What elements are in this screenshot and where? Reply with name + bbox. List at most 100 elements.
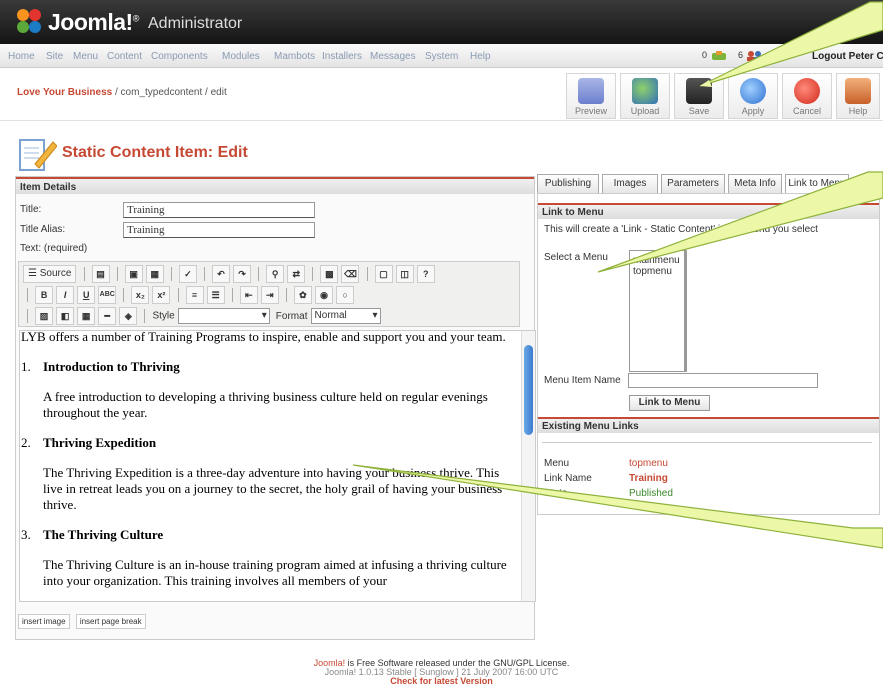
title-input[interactable]: Training — [123, 202, 315, 218]
save-icon — [686, 78, 712, 104]
select-all-icon[interactable]: ▩ — [320, 265, 339, 283]
check-version-link[interactable]: Check for latest Version — [0, 677, 883, 686]
menu-option[interactable]: topmenu — [633, 266, 681, 277]
find-icon[interactable]: ⚲ — [266, 265, 285, 283]
chevron-down-icon: ▾ — [372, 310, 378, 321]
strikethrough-icon[interactable]: ABC — [98, 286, 117, 304]
edit-document-icon — [19, 139, 57, 171]
paste-icon[interactable]: ▣ — [124, 265, 143, 283]
cancel-button[interactable]: Cancel — [782, 73, 832, 119]
style-select[interactable]: ▾ — [177, 308, 270, 324]
link-to-menu-description: This will create a 'Link - Static Conten… — [544, 224, 818, 235]
indent-icon[interactable]: ⇥ — [260, 286, 279, 304]
title-label: Title: — [20, 204, 42, 215]
hr-icon[interactable]: ━ — [98, 307, 117, 325]
admin-label: Administrator — [148, 15, 243, 32]
menu-item-site[interactable]: Site — [46, 51, 63, 62]
users-count[interactable]: 6 — [738, 50, 764, 61]
editor-content: LYB offers a number of Training Programs… — [21, 331, 515, 589]
list-description: The Thriving Culture is an in-house trai… — [43, 557, 507, 588]
menu-item-installers[interactable]: Installers — [322, 51, 362, 62]
outdent-icon[interactable]: ⇤ — [239, 286, 258, 304]
list-item: 1. Introduction to Thriving — [21, 359, 515, 375]
tab-publishing[interactable]: Publishing — [537, 174, 599, 193]
tab-link-to-menu[interactable]: Link to Menu — [785, 174, 849, 194]
source-icon: ☰ — [28, 268, 37, 279]
ordered-list-icon[interactable]: ≡ — [185, 286, 204, 304]
messages-count[interactable]: 0 — [702, 50, 728, 61]
menu-item-content[interactable]: Content — [107, 51, 142, 62]
menu-select-list[interactable]: mainmenu topmenu — [629, 250, 687, 372]
insert-pagebreak-button[interactable]: insert page break — [75, 614, 146, 629]
menu-item-help[interactable]: Help — [470, 51, 491, 62]
help-button[interactable]: Help — [836, 73, 880, 119]
menu-item-messages[interactable]: Messages — [370, 51, 416, 62]
logout-link[interactable]: Logout Peter Coo — [812, 51, 883, 62]
content-editor[interactable]: LYB offers a number of Training Programs… — [19, 330, 536, 602]
redo-icon[interactable]: ↷ — [233, 265, 252, 283]
new-document-icon[interactable]: ▤ — [91, 265, 110, 283]
upload-button[interactable]: Upload — [620, 73, 670, 119]
editor-scrollbar[interactable] — [521, 331, 535, 601]
link-name-value[interactable]: Training — [629, 473, 668, 484]
insert-image-button[interactable]: insert image — [18, 614, 70, 629]
spellcheck-icon[interactable]: ✓ — [178, 265, 197, 283]
save-button[interactable]: Save — [674, 73, 724, 119]
unlink-icon[interactable]: ○ — [336, 286, 355, 304]
table-icon[interactable]: ▦ — [77, 307, 96, 325]
link-to-menu-panel: Link to Menu This will create a 'Link - … — [537, 193, 880, 515]
superscript-icon[interactable]: x² — [152, 286, 171, 304]
toolbar-separator — [231, 288, 233, 302]
menu-item-modules[interactable]: Modules — [222, 51, 260, 62]
unordered-list-icon[interactable]: ☰ — [206, 286, 225, 304]
top-header: Joomla!® Administrator — [0, 0, 883, 44]
list-title: Introduction to Thriving — [43, 359, 180, 374]
link-to-menu-button[interactable]: Link to Menu — [629, 395, 710, 411]
preview-doc-icon[interactable]: ◫ — [395, 265, 414, 283]
link-icon[interactable]: ◉ — [315, 286, 333, 304]
cancel-button-label: Cancel — [792, 106, 821, 116]
main-menu-bar: Home Site Menu Content Components Module… — [0, 44, 883, 68]
insert-image-icon[interactable]: ▨ — [35, 307, 54, 325]
media-icon[interactable]: ◧ — [56, 307, 75, 325]
remove-format-icon[interactable]: ⌫ — [341, 265, 360, 283]
joomla-image-icon[interactable]: ✿ — [293, 286, 312, 304]
menu-option[interactable]: mainmenu — [633, 255, 681, 266]
state-label: State — [544, 488, 568, 499]
users-icon — [746, 50, 762, 61]
bold-icon[interactable]: B — [35, 286, 54, 304]
preview-button[interactable]: Preview — [566, 73, 616, 119]
paste-word-icon[interactable]: ▦ — [145, 265, 164, 283]
breadcrumb: Love Your Business / com_typedcontent / … — [17, 87, 227, 98]
replace-icon[interactable]: ⇄ — [287, 265, 306, 283]
menu-value-link[interactable]: topmenu — [629, 458, 668, 469]
menu-item-components[interactable]: Components — [151, 51, 208, 62]
scrollbar-thumb[interactable] — [524, 345, 533, 435]
link-name-label: Link Name — [544, 473, 592, 484]
upload-icon — [632, 78, 658, 104]
format-select[interactable]: Normal ▾ — [310, 308, 381, 324]
apply-button[interactable]: Apply — [728, 73, 778, 119]
italic-icon[interactable]: I — [56, 286, 75, 304]
tab-parameters[interactable]: Parameters — [661, 174, 725, 193]
tab-meta-info[interactable]: Meta Info — [728, 174, 782, 193]
undo-icon[interactable]: ↶ — [212, 265, 230, 283]
source-button[interactable]: ☰ Source — [23, 265, 77, 283]
underline-icon[interactable]: U — [77, 286, 96, 304]
menu-item-system[interactable]: System — [425, 51, 458, 62]
menu-item-home[interactable]: Home — [8, 51, 35, 62]
menu-item-mambots[interactable]: Mambots — [274, 51, 315, 62]
item-details-heading: Item Details — [16, 177, 534, 194]
template-icon[interactable]: ▢ — [374, 265, 393, 283]
menu-item-menu[interactable]: Menu — [73, 51, 98, 62]
toolbar-separator — [285, 288, 287, 302]
preview-icon — [578, 78, 604, 104]
breadcrumb-site[interactable]: Love Your Business — [17, 87, 112, 98]
alias-input[interactable]: Training — [123, 222, 315, 238]
help-editor-icon[interactable]: ? — [416, 265, 435, 283]
menu-item-name-input[interactable] — [628, 373, 818, 388]
subscript-icon[interactable]: x₂ — [131, 286, 150, 304]
tab-images[interactable]: Images — [602, 174, 658, 193]
plugin-icon[interactable]: ◈ — [119, 307, 138, 325]
help-icon — [845, 78, 871, 104]
